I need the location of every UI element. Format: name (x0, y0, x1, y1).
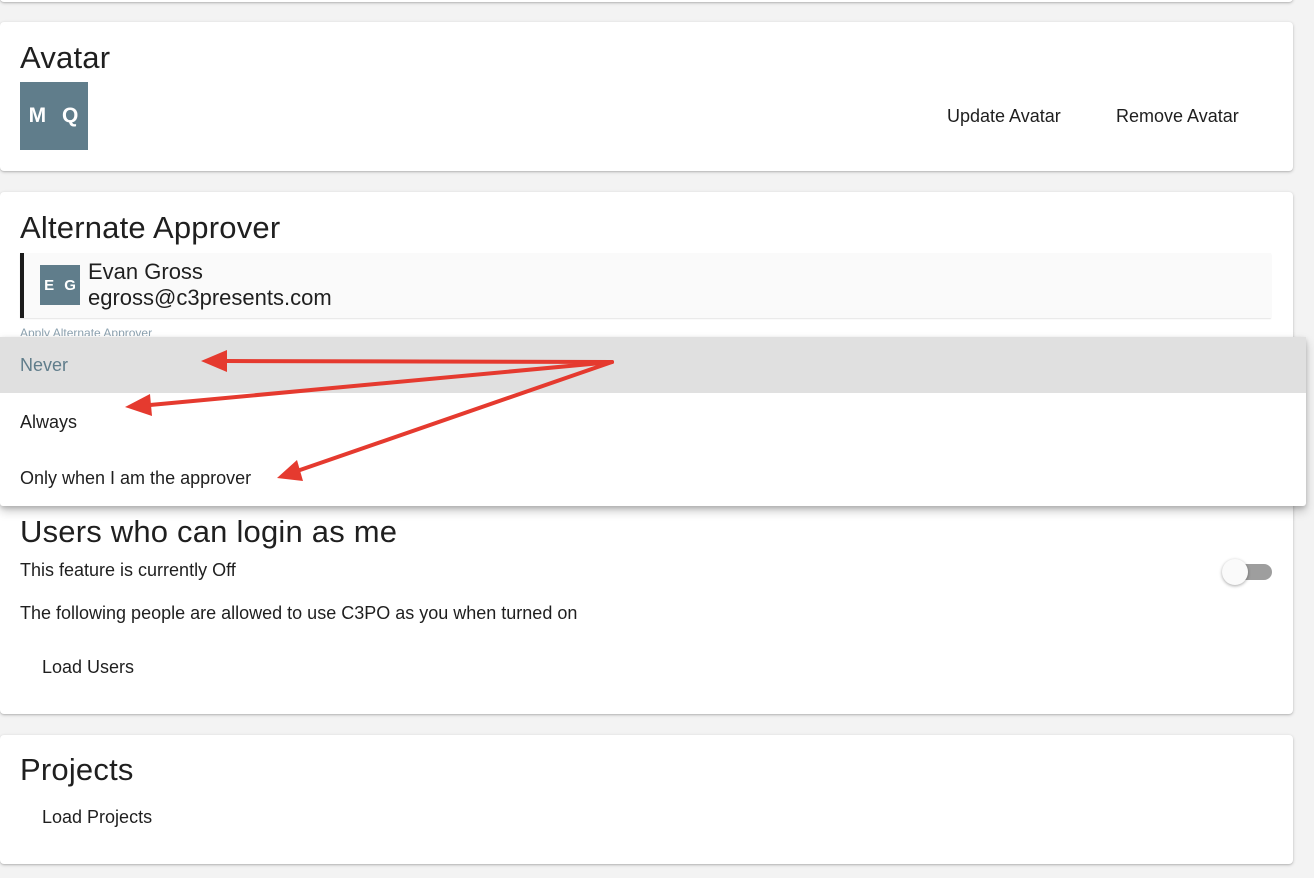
previous-card (0, 0, 1293, 2)
toggle-thumb (1222, 559, 1248, 585)
update-avatar-button[interactable]: Update Avatar (947, 106, 1061, 127)
approver-name: Evan Gross (88, 259, 203, 284)
avatar-section-title: Avatar (20, 40, 111, 75)
login-as-me-title: Users who can login as me (20, 514, 398, 549)
alternate-approver-chip[interactable]: E G Evan Gross egross@c3presents.com (20, 253, 1271, 318)
profile-page: Avatar M Q Update Avatar Remove Avatar A… (0, 0, 1314, 878)
avatar-card: Avatar M Q Update Avatar Remove Avatar (0, 22, 1293, 171)
login-as-me-toggle[interactable] (1222, 559, 1272, 585)
projects-card: Projects Load Projects (0, 735, 1293, 864)
option-always[interactable]: Always (0, 394, 1306, 450)
option-never[interactable]: Never (0, 337, 1306, 393)
approver-email: egross@c3presents.com (88, 285, 332, 310)
apply-approver-label: Apply Alternate Approver (20, 326, 153, 336)
load-projects-button[interactable]: Load Projects (42, 807, 152, 828)
remove-avatar-button[interactable]: Remove Avatar (1116, 106, 1239, 127)
load-users-button[interactable]: Load Users (42, 657, 134, 678)
apply-approver-dropdown: Never Always Only when I am the approver (0, 337, 1306, 506)
approver-section-title: Alternate Approver (20, 210, 281, 245)
approver-avatar: E G (40, 265, 80, 305)
avatar: M Q (20, 82, 88, 150)
option-only-when-approver[interactable]: Only when I am the approver (0, 450, 1306, 506)
projects-section-title: Projects (20, 752, 134, 787)
feature-status-text: This feature is currently Off (20, 560, 236, 580)
allowed-users-description: The following people are allowed to use … (20, 603, 578, 623)
